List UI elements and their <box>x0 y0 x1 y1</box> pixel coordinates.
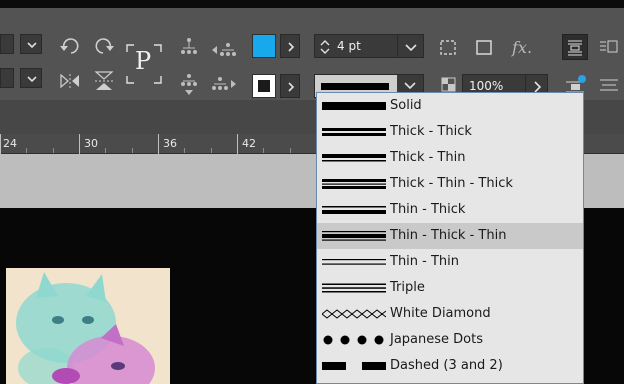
menu-item-label: Japanese Dots <box>390 332 483 347</box>
type-glyph: P <box>135 47 152 75</box>
stroke-menu-button[interactable] <box>280 74 300 98</box>
menu-item-label: Thin - Thick - Thin <box>390 228 507 243</box>
menu-item-label: Thick - Thick <box>390 124 472 139</box>
menu-item-solid[interactable]: Solid <box>317 93 583 119</box>
opacity-value: 100% <box>469 79 504 93</box>
fx-effects-icon[interactable]: fx. <box>512 38 532 57</box>
menu-item-label: Dashed (3 and 2) <box>390 358 503 373</box>
text-wrap-bounding-icon[interactable] <box>596 36 622 60</box>
stroke-swatch[interactable] <box>252 74 276 98</box>
menu-item-label: Solid <box>390 98 422 113</box>
stroke-weight-value: 4 pt <box>337 39 361 53</box>
select-content-down-icon[interactable] <box>180 72 198 98</box>
menu-item-label: Thin - Thin <box>390 254 460 269</box>
rotate-clockwise-icon[interactable] <box>58 34 82 58</box>
menu-item-label: Thick - Thin <box>390 150 466 165</box>
select-container-icon[interactable] <box>180 36 198 60</box>
fill-menu-button[interactable] <box>280 34 300 58</box>
select-content-icon[interactable]: P <box>124 42 164 86</box>
menu-item-thick-thin-thick[interactable]: Thick - Thin - Thick <box>317 171 583 197</box>
stroke-type-sample <box>321 83 389 90</box>
text-wrap-around-icon[interactable] <box>562 34 588 60</box>
menu-item-thick-thin[interactable]: Thick - Thin <box>317 145 583 171</box>
chevron-down-icon[interactable] <box>20 68 42 88</box>
fill-swatch[interactable] <box>252 34 276 58</box>
chevron-down-icon[interactable] <box>20 34 42 54</box>
stroke-weight-field[interactable]: 4 pt <box>314 34 424 58</box>
select-previous-object-icon[interactable] <box>210 40 238 62</box>
menu-item-label: White Diamond <box>390 306 491 321</box>
ruler-label: 42 <box>242 137 256 150</box>
menu-item-label: Triple <box>390 280 425 295</box>
ruler-label: 36 <box>163 137 177 150</box>
menu-item-thick-thick[interactable]: Thick - Thick <box>317 119 583 145</box>
menu-item-white-diamond[interactable]: White Diamond <box>317 301 583 327</box>
select-next-object-icon[interactable] <box>210 74 238 96</box>
reference-field-bottom[interactable] <box>0 68 14 88</box>
rectangle-frame-icon[interactable] <box>474 38 496 58</box>
menu-item-japanese-dots[interactable]: Japanese Dots <box>317 327 583 353</box>
menu-item-thin-thin[interactable]: Thin - Thin <box>317 249 583 275</box>
corner-options-icon[interactable] <box>438 38 460 58</box>
reference-field-top[interactable] <box>0 34 14 54</box>
menu-item-label: Thin - Thick <box>390 202 466 217</box>
menu-item-thin-thick[interactable]: Thin - Thick <box>317 197 583 223</box>
control-panel: P 4 pt fx. 100% <box>0 0 624 100</box>
flip-vertical-icon[interactable] <box>92 68 116 94</box>
menu-item-dashed-3-and-2[interactable]: Dashed (3 and 2) <box>317 353 583 379</box>
ruler-label: 30 <box>84 137 98 150</box>
rotate-counterclockwise-icon[interactable] <box>92 34 116 58</box>
menu-item-triple[interactable]: Triple <box>317 275 583 301</box>
menu-item-thin-thick-thin[interactable]: Thin - Thick - Thin <box>317 223 583 249</box>
align-center-icon[interactable] <box>596 74 622 98</box>
stroke-type-menu: Solid Thick - Thick Thick - Thin Thick -… <box>316 92 584 384</box>
kitten-image[interactable] <box>6 268 170 384</box>
menu-item-label: Thick - Thin - Thick <box>390 176 513 191</box>
flip-horizontal-icon[interactable] <box>58 72 82 90</box>
ruler-label: 24 <box>3 137 17 150</box>
